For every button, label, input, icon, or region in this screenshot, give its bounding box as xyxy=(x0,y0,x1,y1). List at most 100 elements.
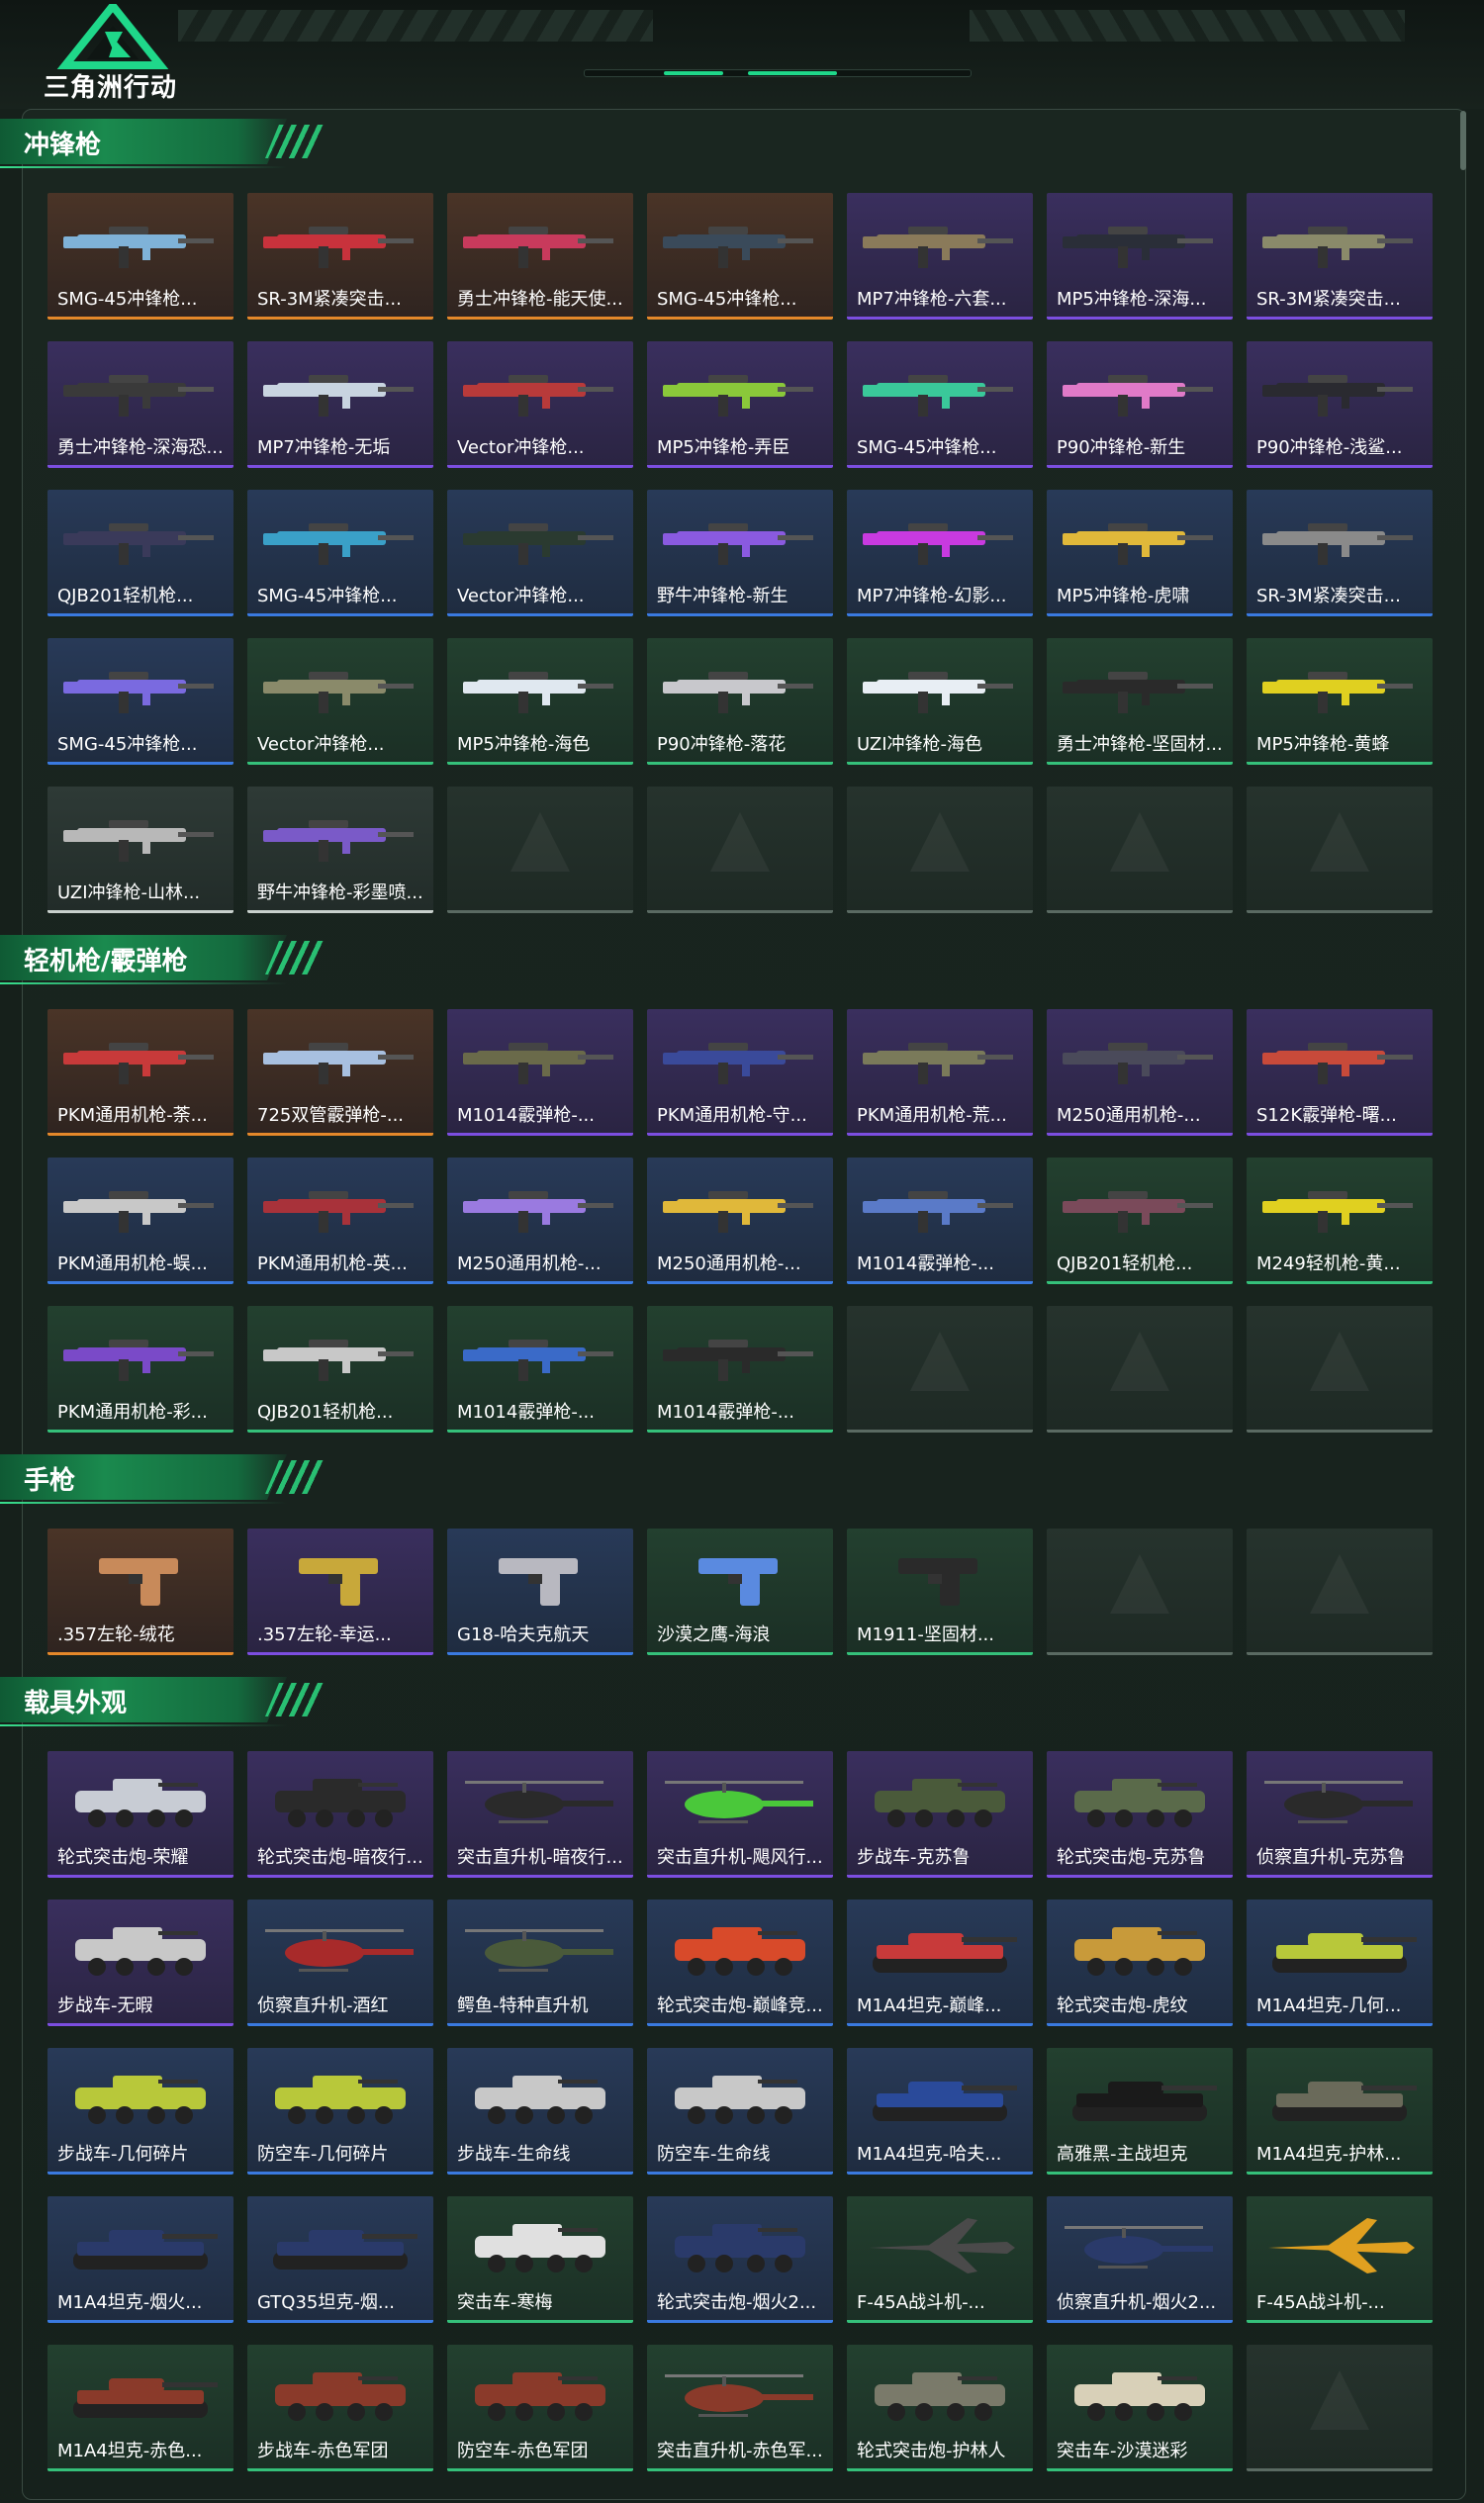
item-card[interactable]: SMG-45冲锋枪... xyxy=(847,341,1033,468)
item-card[interactable]: M249轻机枪-黄... xyxy=(1247,1158,1433,1284)
item-card[interactable]: SMG-45冲锋枪... xyxy=(247,490,433,616)
item-card[interactable]: 野牛冲锋枪-彩墨喷... xyxy=(247,787,433,913)
item-card[interactable]: SR-3M紧凑突击... xyxy=(247,193,433,320)
item-card[interactable]: 轮式突击炮-荣耀 xyxy=(47,1751,233,1878)
item-card[interactable]: 轮式突击炮-暗夜行... xyxy=(247,1751,433,1878)
item-card[interactable]: 防空车-生命线 xyxy=(647,2048,833,2175)
item-card[interactable]: MP7冲锋枪-无垢 xyxy=(247,341,433,468)
item-card[interactable]: UZI冲锋枪-海色 xyxy=(847,638,1033,765)
item-card[interactable]: .357左轮-绒花 xyxy=(47,1529,233,1655)
item-card[interactable]: PKM通用机枪-守... xyxy=(647,1009,833,1136)
item-card[interactable]: S12K霰弹枪-曙... xyxy=(1247,1009,1433,1136)
item-card[interactable]: 步战车-克苏鲁 xyxy=(847,1751,1033,1878)
item-name: 勇士冲锋枪-能天使... xyxy=(457,289,623,310)
item-name: M1014霰弹枪-... xyxy=(457,1402,595,1423)
item-name: 突击车-寒梅 xyxy=(457,2292,553,2313)
item-card[interactable]: F-45A战斗机-... xyxy=(847,2196,1033,2323)
item-card[interactable]: 防空车-几何碎片 xyxy=(247,2048,433,2175)
item-card[interactable]: GTQ35坦克-烟... xyxy=(247,2196,433,2323)
item-name: QJB201轻机枪... xyxy=(257,1402,394,1423)
item-card[interactable]: MP7冲锋枪-六套... xyxy=(847,193,1033,320)
item-card[interactable]: 侦察直升机-酒红 xyxy=(247,1900,433,2026)
item-card[interactable]: 步战车-无暇 xyxy=(47,1900,233,2026)
item-card[interactable]: 步战车-生命线 xyxy=(447,2048,633,2175)
item-card[interactable]: F-45A战斗机-... xyxy=(1247,2196,1433,2323)
item-card[interactable]: MP5冲锋枪-深海... xyxy=(1047,193,1233,320)
item-card[interactable]: 勇士冲锋枪-坚固材... xyxy=(1047,638,1233,765)
item-card[interactable]: Vector冲锋枪... xyxy=(447,490,633,616)
item-card[interactable]: M1A4坦克-赤色... xyxy=(47,2345,233,2471)
item-card[interactable]: 725双管霰弹枪-... xyxy=(247,1009,433,1136)
item-card[interactable]: 野牛冲锋枪-新生 xyxy=(647,490,833,616)
item-card[interactable]: 高雅黑-主战坦克 xyxy=(1047,2048,1233,2175)
item-card[interactable]: G18-哈夫克航天 xyxy=(447,1529,633,1655)
item-card[interactable]: Vector冲锋枪... xyxy=(247,638,433,765)
item-card[interactable]: M250通用机枪-... xyxy=(647,1158,833,1284)
item-card[interactable]: 步战车-赤色军团 xyxy=(247,2345,433,2471)
item-card[interactable]: PKM通用机枪-蜈... xyxy=(47,1158,233,1284)
item-card[interactable]: M1A4坦克-巅峰... xyxy=(847,1900,1033,2026)
item-card[interactable]: P90冲锋枪-落花 xyxy=(647,638,833,765)
item-card[interactable]: 勇士冲锋枪-深海恐... xyxy=(47,341,233,468)
item-card[interactable]: M1A4坦克-几何... xyxy=(1247,1900,1433,2026)
item-card[interactable]: M1A4坦克-护林... xyxy=(1247,2048,1433,2175)
item-card[interactable]: 轮式突击炮-克苏鲁 xyxy=(1047,1751,1233,1878)
item-card[interactable]: QJB201轻机枪... xyxy=(1047,1158,1233,1284)
item-card[interactable]: P90冲锋枪-浅鲨... xyxy=(1247,341,1433,468)
gun-skin-icon xyxy=(863,1191,1013,1233)
item-card[interactable]: M1014霰弹枪-... xyxy=(447,1009,633,1136)
item-card[interactable]: M1014霰弹枪-... xyxy=(447,1306,633,1433)
item-card[interactable]: QJB201轻机枪... xyxy=(247,1306,433,1433)
item-card[interactable]: 轮式突击炮-护林人 xyxy=(847,2345,1033,2471)
item-card[interactable]: 轮式突击炮-烟火2... xyxy=(647,2196,833,2323)
item-card[interactable]: 突击直升机-暗夜行... xyxy=(447,1751,633,1878)
item-name: MP7冲锋枪-幻影... xyxy=(857,586,1007,606)
empty-slot xyxy=(1247,2345,1433,2471)
item-card[interactable]: M1A4坦克-烟火... xyxy=(47,2196,233,2323)
item-card[interactable]: SMG-45冲锋枪... xyxy=(47,193,233,320)
item-card[interactable]: 步战车-几何碎片 xyxy=(47,2048,233,2175)
item-card[interactable]: .357左轮-幸运... xyxy=(247,1529,433,1655)
item-card[interactable]: 突击车-沙漠迷彩 xyxy=(1047,2345,1233,2471)
item-card[interactable]: 勇士冲锋枪-能天使... xyxy=(447,193,633,320)
item-card[interactable]: 轮式突击炮-巅峰竞... xyxy=(647,1900,833,2026)
item-card[interactable]: SR-3M紧凑突击... xyxy=(1247,490,1433,616)
item-card[interactable]: M1014霰弹枪-... xyxy=(647,1306,833,1433)
item-card[interactable]: SMG-45冲锋枪... xyxy=(647,193,833,320)
item-card[interactable]: M1A4坦克-哈夫... xyxy=(847,2048,1033,2175)
item-card[interactable]: 鳄鱼-特种直升机 xyxy=(447,1900,633,2026)
item-card[interactable]: QJB201轻机枪... xyxy=(47,490,233,616)
item-name: G18-哈夫克航天 xyxy=(457,1624,590,1645)
item-card[interactable]: 突击车-寒梅 xyxy=(447,2196,633,2323)
item-card[interactable]: M250通用机枪-... xyxy=(447,1158,633,1284)
item-name: .357左轮-绒花 xyxy=(57,1624,175,1645)
item-card[interactable]: 突击直升机-飓风行... xyxy=(647,1751,833,1878)
item-card[interactable]: MP5冲锋枪-虎啸 xyxy=(1047,490,1233,616)
gun-skin-icon xyxy=(1063,375,1213,417)
item-card[interactable]: M1911-坚固材... xyxy=(847,1529,1033,1655)
item-card[interactable]: MP5冲锋枪-弄臣 xyxy=(647,341,833,468)
item-card[interactable]: M250通用机枪-... xyxy=(1047,1009,1233,1136)
item-card[interactable]: SR-3M紧凑突击... xyxy=(1247,193,1433,320)
item-card[interactable]: 轮式突击炮-虎纹 xyxy=(1047,1900,1233,2026)
gun-skin-icon xyxy=(1262,227,1413,268)
item-card[interactable]: 沙漠之鹰-海浪 xyxy=(647,1529,833,1655)
item-card[interactable]: 防空车-赤色军团 xyxy=(447,2345,633,2471)
item-card[interactable]: MP7冲锋枪-幻影... xyxy=(847,490,1033,616)
item-card[interactable]: PKM通用机枪-彩... xyxy=(47,1306,233,1433)
item-card[interactable]: UZI冲锋枪-山林... xyxy=(47,787,233,913)
item-card[interactable]: 侦察直升机-克苏鲁 xyxy=(1247,1751,1433,1878)
scrollbar-thumb[interactable] xyxy=(1460,111,1466,170)
item-card[interactable]: 侦察直升机-烟火2... xyxy=(1047,2196,1233,2323)
item-card[interactable]: SMG-45冲锋枪... xyxy=(47,638,233,765)
gun-skin-icon xyxy=(663,375,813,417)
item-card[interactable]: MP5冲锋枪-黄蜂 xyxy=(1247,638,1433,765)
item-card[interactable]: Vector冲锋枪... xyxy=(447,341,633,468)
item-card[interactable]: 突击直升机-赤色军... xyxy=(647,2345,833,2471)
item-card[interactable]: P90冲锋枪-新生 xyxy=(1047,341,1233,468)
item-card[interactable]: M1014霰弹枪-... xyxy=(847,1158,1033,1284)
item-card[interactable]: PKM通用机枪-荒... xyxy=(847,1009,1033,1136)
item-card[interactable]: MP5冲锋枪-海色 xyxy=(447,638,633,765)
item-card[interactable]: PKM通用机枪-荼... xyxy=(47,1009,233,1136)
item-card[interactable]: PKM通用机枪-英... xyxy=(247,1158,433,1284)
